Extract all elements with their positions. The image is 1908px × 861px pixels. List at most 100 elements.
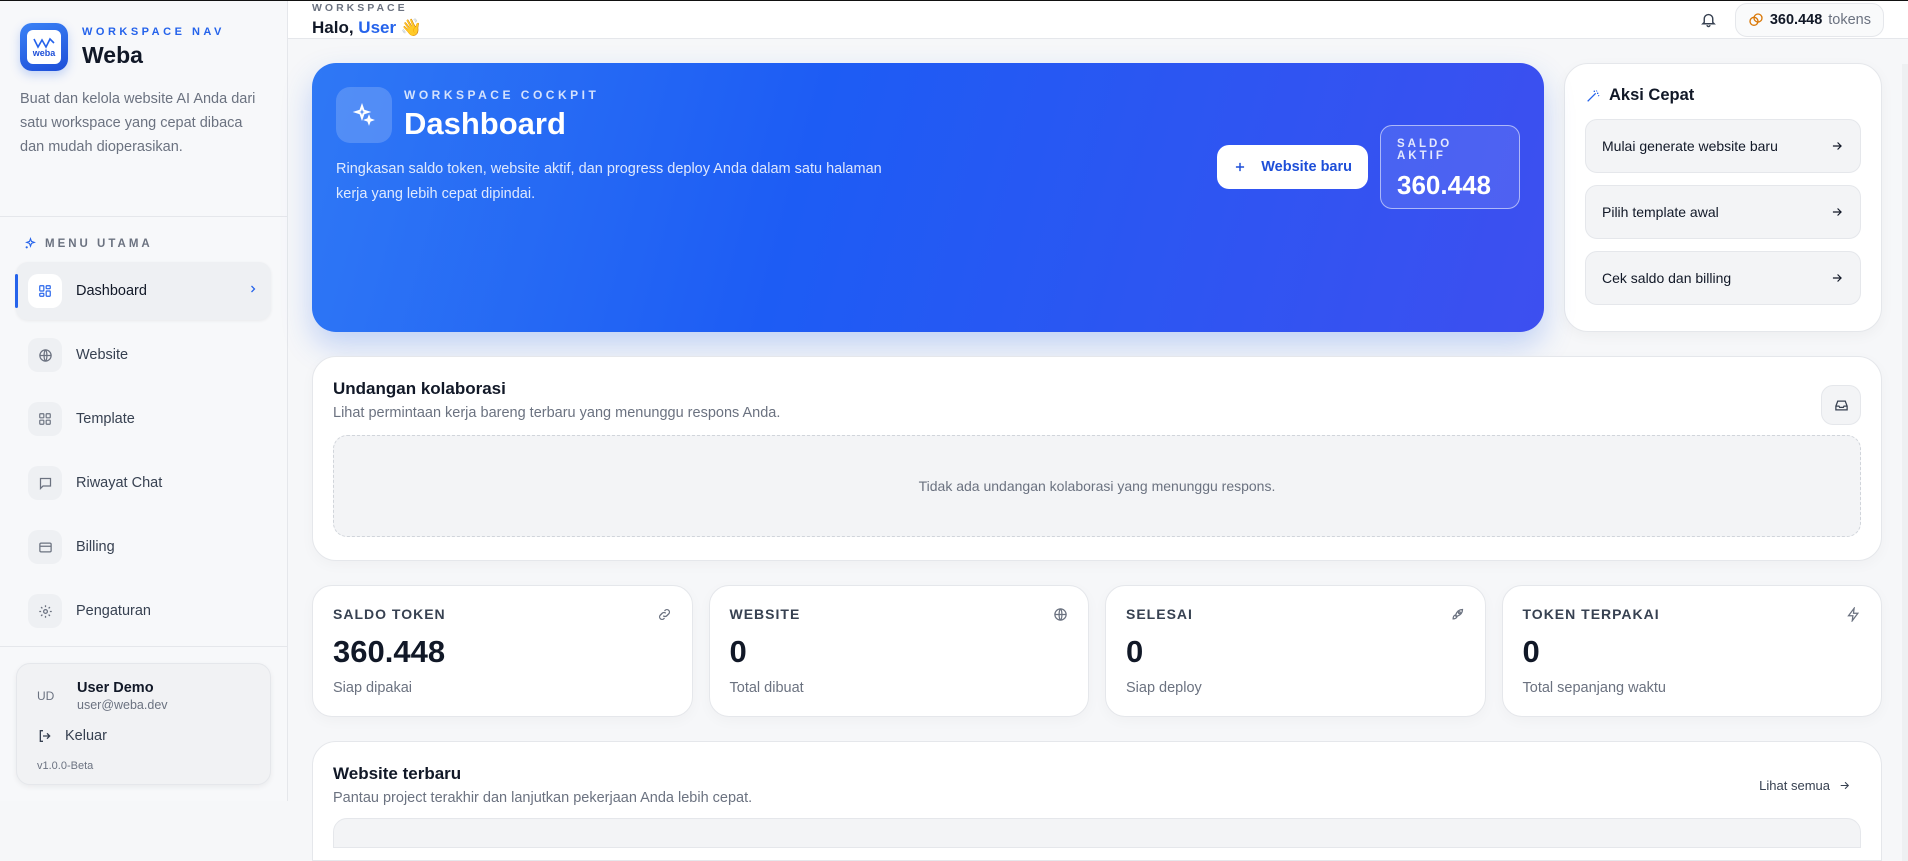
- quick-actions-label: Aksi Cepat: [1609, 86, 1695, 104]
- topbar-right: 360.448 tokens: [1700, 2, 1884, 37]
- topbar-eyebrow: WORKSPACE: [312, 1, 408, 14]
- link-icon: [657, 607, 672, 622]
- stat-value: 0: [1126, 634, 1144, 669]
- avatar: UD: [37, 689, 55, 703]
- sidebar-item-template[interactable]: Template: [16, 390, 271, 448]
- user-row[interactable]: UD User Demo user@weba.dev: [37, 680, 250, 712]
- quick-action-label: Mulai generate website baru: [1602, 138, 1778, 154]
- brand-logo[interactable]: weba: [20, 23, 68, 71]
- menu-title-label: MENU UTAMA: [45, 237, 153, 250]
- sidebar-item-label: Website: [76, 347, 129, 364]
- quick-action-template[interactable]: Pilih template awal: [1585, 185, 1861, 239]
- bell-icon[interactable]: [1700, 11, 1717, 28]
- see-all-link[interactable]: Lihat semua: [1759, 778, 1851, 793]
- arrow-right-icon: [1830, 205, 1844, 219]
- page-title: Dashboard: [404, 106, 566, 141]
- gear-icon: [28, 594, 62, 629]
- sidebar-item-label: Pengaturan: [76, 603, 151, 620]
- stat-label: SALDO TOKEN: [333, 606, 446, 622]
- sidebar-item-label: Riwayat Chat: [76, 475, 163, 492]
- sidebar-item-label: Template: [76, 411, 135, 428]
- recent-list-placeholder: [333, 818, 1861, 848]
- sidebar-item-website[interactable]: Website: [16, 326, 271, 384]
- logout-icon: [37, 728, 53, 744]
- sidebar-item-dashboard[interactable]: Dashboard: [15, 262, 271, 321]
- sparkle-icon: [336, 87, 392, 143]
- stat-sub: Total sepanjang waktu: [1522, 680, 1667, 696]
- sidebar-item-billing[interactable]: Billing: [16, 518, 271, 576]
- quick-actions-card: Aksi Cepat Mulai generate website baru P…: [1564, 63, 1882, 332]
- user-card: UD User Demo user@weba.dev Keluar v1.0.0…: [16, 663, 271, 785]
- stat-value: 0: [1522, 634, 1540, 669]
- sidebar-nav: Dashboard Website Template Riwayat Chat …: [0, 262, 287, 646]
- greeting: Halo, User 👋: [312, 18, 422, 38]
- version-label: v1.0.0-Beta: [37, 760, 94, 772]
- chat-icon: [28, 466, 62, 501]
- globe-icon: [28, 338, 62, 373]
- invites-subtitle: Lihat permintaan kerja bareng terbaru ya…: [333, 405, 781, 421]
- sidebar-item-label: Dashboard: [76, 283, 147, 300]
- main-area: WORKSPACE Halo, User 👋 360.448 tokens WO…: [288, 1, 1908, 861]
- brand-name: Weba: [82, 41, 143, 68]
- stat-label: WEBSITE: [729, 606, 801, 622]
- inbox-button[interactable]: [1821, 385, 1861, 425]
- invites-empty-state: Tidak ada undangan kolaborasi yang menun…: [333, 435, 1861, 537]
- collaboration-invites-card: Undangan kolaborasi Lihat permintaan ker…: [312, 356, 1882, 561]
- logo-mark: weba: [27, 30, 61, 64]
- stat-sub: Siap dipakai: [333, 680, 412, 696]
- quick-actions-title: Aksi Cepat: [1585, 86, 1861, 105]
- stat-card-selesai: SELESAI 0 Siap deploy: [1105, 585, 1486, 717]
- invites-title: Undangan kolaborasi: [333, 379, 506, 398]
- stat-label: SELESAI: [1126, 606, 1193, 622]
- sidebar-item-riwayat-chat[interactable]: Riwayat Chat: [16, 454, 271, 512]
- logo-text: weba: [32, 47, 56, 58]
- token-unit: tokens: [1828, 11, 1871, 28]
- quick-action-label: Cek saldo dan billing: [1602, 270, 1732, 286]
- topbar: WORKSPACE Halo, User 👋 360.448 tokens: [288, 1, 1908, 39]
- user-name: User Demo: [77, 680, 154, 696]
- hero-eyebrow: WORKSPACE COCKPIT: [404, 88, 600, 102]
- arrow-right-icon: [1830, 271, 1844, 285]
- new-website-label: Website baru: [1261, 159, 1352, 175]
- logout-button[interactable]: Keluar: [37, 728, 250, 744]
- arrow-right-icon: [1830, 139, 1844, 153]
- recent-subtitle: Pantau project terakhir dan lanjutkan pe…: [333, 790, 753, 806]
- sidebar-divider: [0, 646, 287, 647]
- active-balance-value: 360.448: [1397, 170, 1491, 200]
- stat-label: TOKEN TERPAKAI: [1522, 606, 1660, 622]
- globe-icon: [1053, 607, 1068, 622]
- user-email: user@weba.dev: [77, 698, 168, 712]
- quick-action-billing[interactable]: Cek saldo dan billing: [1585, 251, 1861, 305]
- stat-sub: Siap deploy: [1126, 680, 1202, 696]
- plus-icon: [1233, 160, 1247, 174]
- stat-value: 360.448: [333, 634, 446, 669]
- brand: weba WORKSPACE NAV Weba: [0, 1, 287, 71]
- recent-websites-card: Website terbaru Pantau project terakhir …: [312, 741, 1882, 861]
- grid-icon: [28, 274, 62, 309]
- sidebar-eyebrow: WORKSPACE NAV: [82, 25, 225, 38]
- sidebar-item-label: Billing: [76, 539, 115, 556]
- token-balance-pill[interactable]: 360.448 tokens: [1734, 2, 1884, 37]
- card-icon: [28, 530, 62, 565]
- top-row: WORKSPACE COCKPIT Dashboard Ringkasan sa…: [312, 63, 1882, 332]
- token-balance-value: 360.448: [1769, 11, 1823, 28]
- sidebar: weba WORKSPACE NAV Weba Buat dan kelola …: [0, 1, 288, 801]
- greeting-user: User: [358, 17, 397, 37]
- stat-card-saldo-token: SALDO TOKEN 360.448 Siap dipakai: [312, 585, 693, 717]
- sidebar-item-pengaturan[interactable]: Pengaturan: [16, 582, 271, 640]
- inbox-icon: [1834, 398, 1849, 413]
- sparkle-icon: [24, 237, 37, 250]
- scrollbar-track[interactable]: [1902, 64, 1908, 861]
- wave-icon: 👋: [400, 17, 423, 37]
- active-balance-box: SALDO AKTIF 360.448: [1380, 125, 1520, 209]
- hero-description: Ringkasan saldo token, website aktif, da…: [336, 161, 882, 202]
- greeting-text: Halo,: [312, 17, 354, 37]
- new-website-button[interactable]: Website baru: [1217, 145, 1368, 189]
- bolt-icon: [1846, 607, 1861, 622]
- see-all-label: Lihat semua: [1759, 778, 1830, 793]
- rocket-icon: [1450, 607, 1465, 622]
- quick-action-generate[interactable]: Mulai generate website baru: [1585, 119, 1861, 173]
- template-icon: [28, 402, 62, 437]
- hero-actions: Website baru SALDO AKTIF 360.448: [1217, 125, 1520, 209]
- arrow-right-icon: [1838, 779, 1851, 792]
